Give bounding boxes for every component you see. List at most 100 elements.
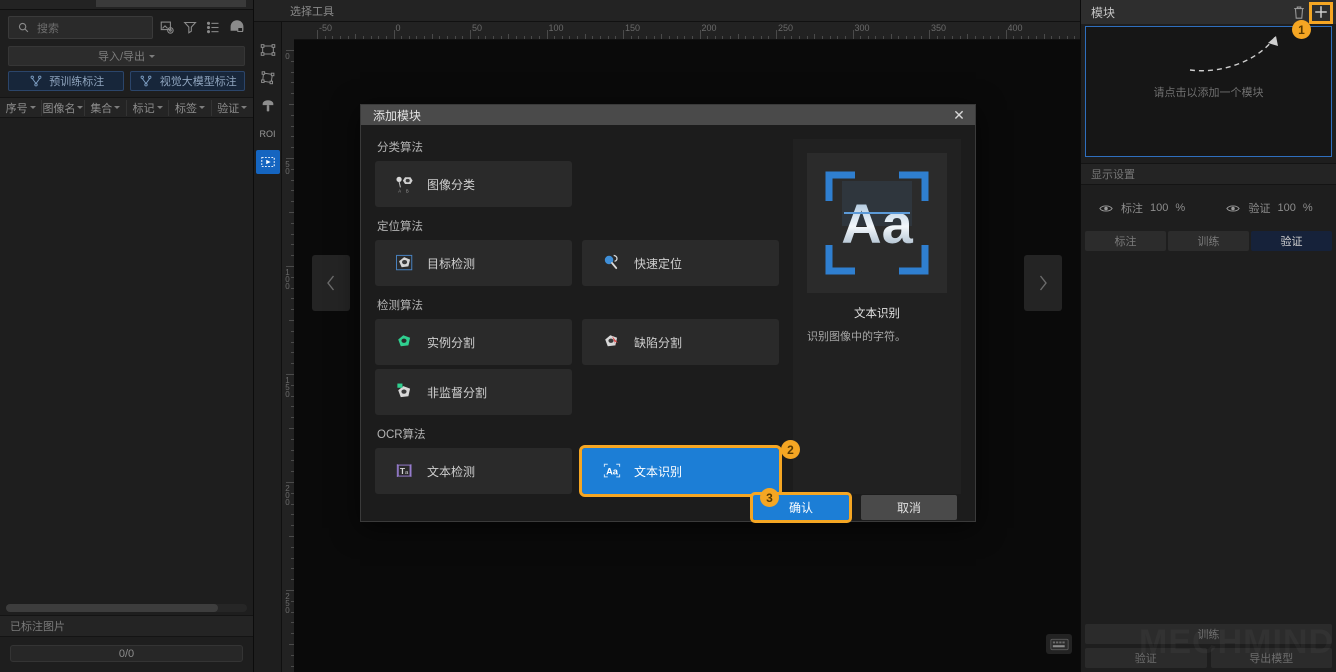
- modules-empty-hint: 请点击以添加一个模块: [1153, 86, 1264, 99]
- brush-tool-icon[interactable]: [256, 94, 280, 118]
- instance-segmentation-card[interactable]: 实例分割: [375, 319, 572, 365]
- close-icon[interactable]: ✕: [949, 105, 969, 125]
- ruler-minor-tick: [362, 36, 364, 39]
- text-recognition-icon: Aa: [601, 460, 623, 482]
- segment-label: 验证: [1280, 236, 1303, 248]
- svg-text:Aa: Aa: [841, 192, 913, 255]
- ruler-minor-tick: [974, 36, 976, 39]
- image-list[interactable]: [0, 118, 253, 604]
- display-item-annotation[interactable]: 标注 100 %: [1081, 200, 1209, 217]
- text-recognition-card[interactable]: Aa 文本识别: [579, 445, 782, 497]
- column-label: 序号: [5, 102, 28, 115]
- unsupervised-segmentation-card[interactable]: 非监督分割: [375, 369, 572, 415]
- ruler-minor-tick: [860, 36, 862, 39]
- ruler-minor-tick: [477, 36, 479, 39]
- object-detection-icon: [394, 252, 416, 274]
- defect-segmentation-icon: [601, 331, 623, 353]
- card-row-detection-1: 实例分割 缺陷分割: [375, 319, 779, 365]
- add-module-button[interactable]: [1310, 1, 1332, 23]
- column-header-image-name[interactable]: 图像名: [42, 99, 85, 116]
- labeled-images-label: 已标注图片: [10, 621, 65, 633]
- cancel-button[interactable]: 取消: [861, 495, 957, 520]
- chevron-down-icon: [29, 106, 36, 109]
- train-button[interactable]: 训练: [1085, 624, 1332, 644]
- search-input[interactable]: 搜索: [8, 16, 153, 39]
- next-image-button[interactable]: [1024, 255, 1062, 311]
- chevron-down-icon: [198, 106, 205, 109]
- progress-text: 0/0: [118, 647, 135, 660]
- roi-tool-icon[interactable]: ROI: [256, 122, 280, 146]
- column-header-set[interactable]: 集合: [85, 99, 127, 116]
- column-header-validate[interactable]: 验证: [212, 100, 253, 116]
- select-tool-icon[interactable]: [255, 150, 280, 174]
- eye-icon[interactable]: [1097, 200, 1114, 217]
- ruler-minor-tick: [630, 36, 632, 39]
- segment-validation[interactable]: 验证: [1251, 231, 1332, 251]
- unsupervised-segmentation-icon: [394, 381, 416, 403]
- ruler-minor-tick: [1020, 36, 1022, 39]
- add-module-dialog: 添加模块 ✕ 分类算法 A B 图像分类 定位算法 目标检测 快速定位 检测算法…: [360, 104, 976, 523]
- tool-column: ROI: [254, 22, 282, 672]
- column-header-label[interactable]: 标签: [169, 99, 212, 116]
- layout-icon[interactable]: [228, 19, 245, 36]
- image-settings-icon[interactable]: [159, 19, 176, 36]
- ruler-minor-tick: [401, 36, 403, 39]
- ruler-minor-tick: [638, 36, 640, 39]
- ruler-minor-tick: [951, 36, 953, 39]
- column-header-mark[interactable]: 标记: [127, 99, 170, 116]
- import-export-button[interactable]: 导入/导出: [8, 46, 245, 66]
- ruler-minor-tick: [997, 36, 999, 39]
- ruler-minor-tick: [791, 36, 793, 39]
- ruler-minor-tick: [890, 34, 892, 39]
- card-row-ocr: T a 文本检测 Aa 文本识别: [375, 445, 782, 497]
- chevron-down-icon: [149, 54, 156, 58]
- eye-icon[interactable]: [1225, 200, 1242, 217]
- validate-button[interactable]: 验证: [1085, 648, 1207, 668]
- fast-positioning-card[interactable]: 快速定位: [582, 240, 779, 286]
- ruler-tick: [286, 374, 294, 375]
- left-panel-tab[interactable]: [96, 0, 246, 7]
- export-model-button[interactable]: 导出模型: [1210, 648, 1332, 668]
- column-header-index[interactable]: 序号: [0, 99, 43, 116]
- object-detection-card[interactable]: 目标检测: [375, 240, 572, 286]
- left-panel-tabstrip: [0, 0, 253, 10]
- bbox-tool-icon[interactable]: [256, 38, 280, 62]
- ruler-minor-tick: [584, 34, 586, 39]
- segment-training[interactable]: 训练: [1168, 231, 1249, 251]
- horizontal-ruler: -50050100150200250300350400450: [294, 22, 1152, 40]
- segment-annotation[interactable]: 标注: [1085, 231, 1166, 251]
- filter-icon[interactable]: [182, 19, 199, 36]
- text-detection-card[interactable]: T a 文本检测: [375, 448, 572, 494]
- center-header: 选择工具: [254, 0, 1080, 22]
- workflow-segments: 标注 训练 验证: [1081, 231, 1336, 251]
- vlm-icon: [138, 73, 155, 90]
- ruler-minor-tick: [454, 36, 456, 39]
- modules-empty-area[interactable]: 请点击以添加一个模块: [1085, 26, 1332, 157]
- keyboard-shortcuts-icon[interactable]: [1046, 634, 1072, 654]
- ruler-tick: [286, 50, 294, 51]
- defect-segmentation-card[interactable]: 缺陷分割: [582, 319, 779, 365]
- horizontal-scrollbar[interactable]: [6, 604, 247, 612]
- ruler-minor-tick: [921, 36, 923, 39]
- ruler-minor-tick: [913, 36, 915, 39]
- vertical-ruler: 050100150200250: [282, 22, 294, 672]
- instance-segmentation-icon: [394, 331, 416, 353]
- svg-text:A: A: [398, 188, 401, 193]
- ruler-minor-tick: [1028, 36, 1030, 39]
- display-item-validation[interactable]: 验证 100 %: [1209, 200, 1336, 217]
- vlm-annotation-button[interactable]: 视觉大模型标注: [129, 71, 245, 91]
- polygon-tool-icon[interactable]: [256, 66, 280, 90]
- right-panel: 模块 请点击以添加一个模块 显示设置 标注 100 % 验证 100 % 标注 …: [1080, 0, 1336, 672]
- ruler-minor-tick: [554, 36, 556, 39]
- ruler-minor-tick: [1059, 36, 1061, 39]
- list-icon[interactable]: [205, 19, 222, 36]
- previous-image-button[interactable]: [312, 255, 350, 311]
- image-classification-card[interactable]: A B 图像分类: [375, 161, 572, 207]
- scrollbar-thumb[interactable]: [6, 604, 218, 612]
- callout-badge-1: 1: [1292, 20, 1311, 39]
- pretrain-icon: [27, 73, 44, 90]
- pretrain-annotation-button[interactable]: 预训练标注: [8, 71, 124, 91]
- ruler-minor-tick: [370, 36, 372, 39]
- ruler-minor-tick: [844, 36, 846, 39]
- ruler-minor-tick: [722, 36, 724, 39]
